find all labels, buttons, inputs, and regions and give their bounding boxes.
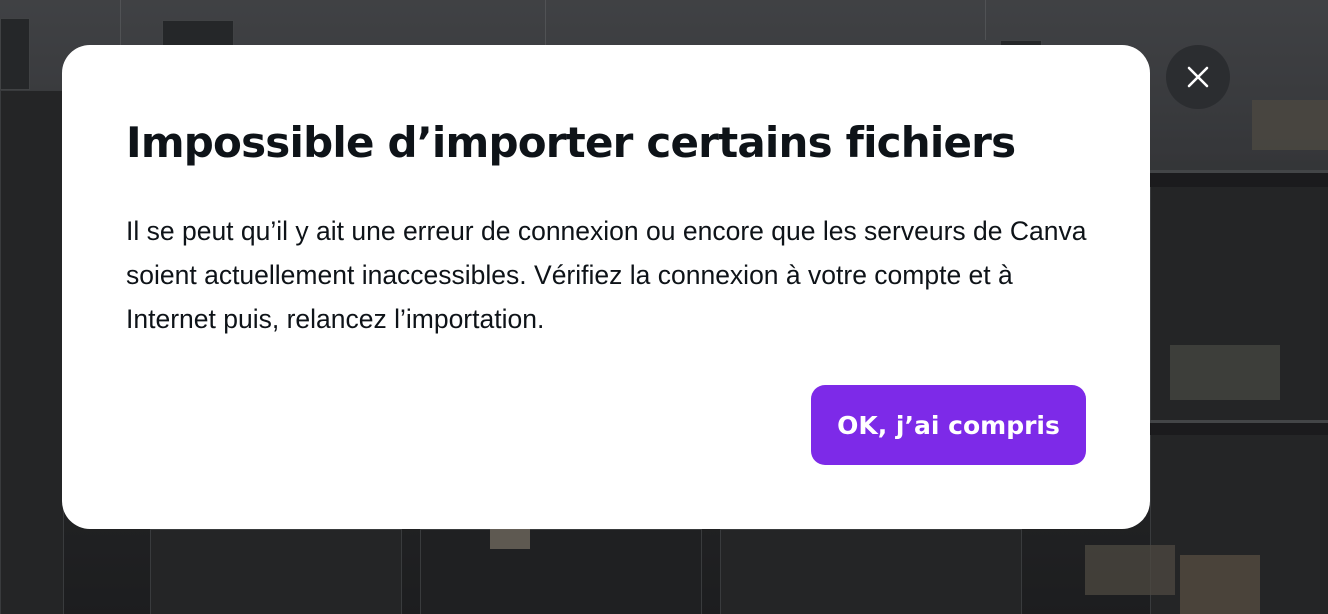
import-error-dialog: Impossible d’importer certains fichiers …: [62, 45, 1150, 529]
close-button[interactable]: [1166, 45, 1230, 109]
close-icon: [1187, 66, 1209, 88]
ok-button[interactable]: OK, j’ai compris: [811, 385, 1086, 465]
dialog-title: Impossible d’importer certains fichiers: [126, 118, 1016, 167]
dialog-message: Il se peut qu’il y ait une erreur de con…: [126, 216, 1087, 334]
